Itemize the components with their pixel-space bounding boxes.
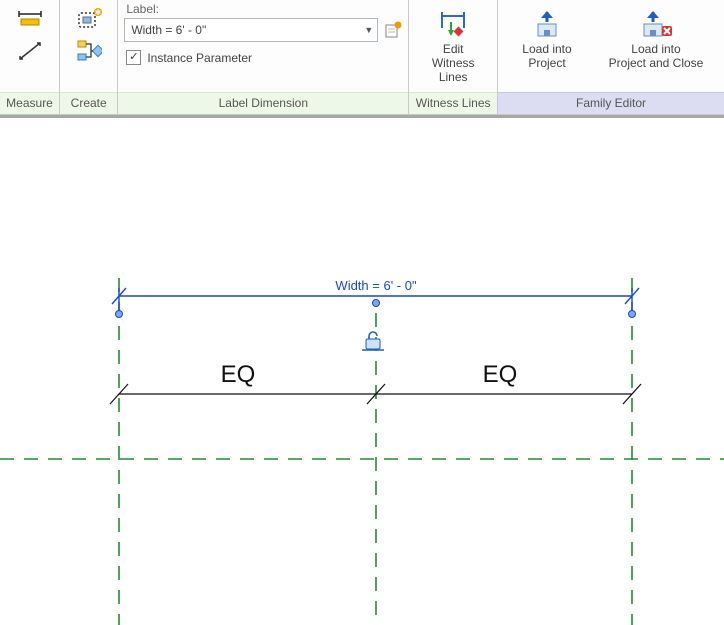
panel-label-dimension-label: Label Dimension	[118, 92, 408, 114]
new-parameter-icon	[384, 21, 402, 39]
create-group-icon: ✱	[76, 7, 102, 31]
dimension-eq-right-text: EQ	[483, 361, 518, 388]
ribbon: Measure ✱	[0, 0, 724, 115]
aligned-dimension-button[interactable]	[17, 6, 43, 32]
create-flow-icon	[76, 39, 102, 63]
new-parameter-button[interactable]	[382, 19, 404, 41]
svg-text:✱: ✱	[94, 8, 101, 17]
create-flow-button[interactable]	[76, 38, 102, 64]
angular-dimension-button[interactable]	[17, 38, 43, 64]
load-project-close-line1: Load into	[631, 42, 680, 56]
panel-create: ✱ Create	[60, 0, 118, 114]
load-project-close-icon	[640, 10, 672, 38]
load-project-line1: Load into	[522, 42, 571, 56]
angular-dimension-icon	[17, 40, 43, 62]
dimension-grip-right[interactable]	[629, 311, 636, 318]
panel-measure: Measure	[0, 0, 60, 114]
panel-label-dimension: Label: Width = 6' - 0" ▼ ✓ Instan	[118, 0, 409, 114]
label-dropdown-value: Width = 6' - 0"	[131, 23, 206, 37]
chevron-down-icon: ▼	[364, 25, 373, 35]
panel-measure-label: Measure	[0, 92, 59, 114]
canvas-svg: Width = 6' - 0" EQ EQ	[0, 118, 724, 625]
panel-family-editor: Load into Project Load into Project and …	[498, 0, 724, 114]
dimension-width-text[interactable]: Width = 6' - 0"	[335, 278, 417, 293]
edit-witness-line2: Witness Lines	[421, 56, 485, 84]
load-project-close-line2: Project and Close	[609, 56, 704, 70]
aligned-dimension-icon	[17, 10, 43, 28]
witness-lines-icon	[438, 10, 468, 38]
panel-family-editor-label: Family Editor	[498, 92, 724, 114]
instance-parameter-label: Instance Parameter	[147, 51, 252, 65]
load-into-project-button[interactable]: Load into Project	[504, 4, 590, 70]
create-group-button[interactable]: ✱	[76, 6, 102, 32]
load-project-line2: Project	[528, 56, 565, 70]
load-project-icon	[532, 10, 562, 38]
load-into-project-close-button[interactable]: Load into Project and Close	[594, 4, 718, 70]
panel-witness-lines: Edit Witness Lines Witness Lines	[409, 0, 498, 114]
panel-create-label: Create	[60, 92, 117, 114]
edit-witness-line1: Edit	[443, 42, 464, 56]
dimension-eq-left-text: EQ	[221, 361, 256, 388]
dimension-grip-left[interactable]	[116, 311, 123, 318]
edit-witness-lines-button[interactable]: Edit Witness Lines	[415, 4, 491, 84]
check-icon: ✓	[126, 50, 141, 65]
instance-parameter-checkbox[interactable]: ✓ Instance Parameter	[126, 50, 252, 65]
dimension-text-grip[interactable]	[373, 300, 380, 307]
label-caption: Label:	[126, 2, 159, 16]
panel-witness-lines-label: Witness Lines	[409, 92, 497, 114]
drawing-canvas[interactable]: Width = 6' - 0" EQ EQ	[0, 115, 724, 625]
label-dropdown[interactable]: Width = 6' - 0" ▼	[124, 18, 378, 42]
lock-icon[interactable]	[362, 332, 384, 350]
